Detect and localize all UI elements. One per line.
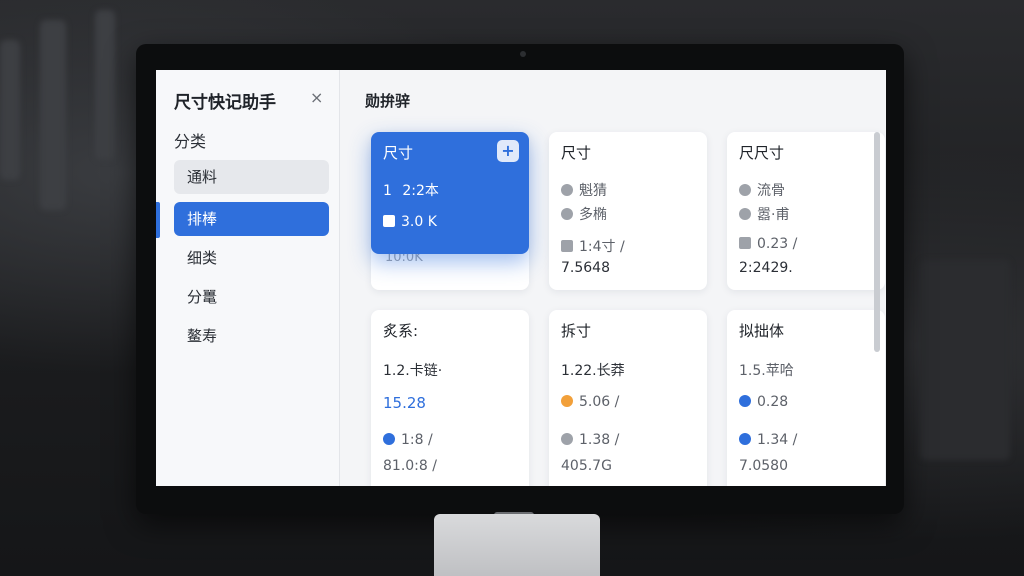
app-title: 尺寸快记助手 — [174, 93, 276, 113]
bullet-icon — [561, 208, 573, 220]
monitor-stand — [434, 514, 600, 576]
card-2-value-1-text: 1:4寸 / — [579, 239, 625, 255]
folder-icon — [561, 240, 573, 252]
card-3-row-2-text: 嚣·甫 — [757, 207, 790, 223]
bullet-icon — [739, 184, 751, 196]
card-2[interactable]: 尺寸 魁猜 多椭 1:4寸 / 7.5648 — [549, 132, 707, 290]
folder-icon — [739, 237, 751, 249]
hex-icon — [383, 433, 395, 445]
card-1[interactable]: 尺寸 + 1 2:2本 3.0 K — [371, 132, 529, 254]
card-5-row-3-text: 1.38 / — [579, 432, 620, 448]
card-2-value-1: 1:4寸 / — [561, 236, 625, 256]
card-3-value-2: 2:2429. — [739, 260, 793, 276]
card-1-row-2-text: 3.0 K — [401, 214, 437, 230]
section-label: 分类 — [174, 132, 207, 151]
card-3-row-1-text: 流骨 — [757, 183, 785, 199]
card-4[interactable]: 炙系: 1.2.卡链· 15.28 1:8 / 81.0:8 / — [371, 310, 529, 486]
card-1-row-1: 1 2:2本 — [383, 180, 439, 200]
card-4-row-1: 1.2.卡链· — [383, 363, 443, 379]
sidebar-item-4[interactable]: 分鼍 — [174, 280, 329, 314]
tool-shape — [0, 40, 20, 180]
scrollbar[interactable] — [874, 132, 880, 352]
card-5[interactable]: 拆寸 1.22.长莽 5.06 / 1.38 / 405.7G — [549, 310, 707, 486]
box-icon — [383, 215, 395, 227]
sidebar: 尺寸快记助手 × 分类 通料 排棒 细类 分鼍 鳌寿 — [156, 70, 340, 486]
card-5-row-2: 5.06 / — [561, 394, 619, 410]
card-4-row-3: 1:8 / — [383, 432, 433, 448]
bullet-icon — [561, 184, 573, 196]
card-2-value-2: 7.5648 — [561, 260, 610, 276]
card-4-title: 炙系: — [383, 322, 419, 340]
card-5-row-4: 405.7G — [561, 458, 612, 474]
screwdriver-shape — [95, 10, 115, 160]
card-5-row-2-text: 5.06 / — [579, 394, 620, 410]
camera-dot — [520, 51, 526, 57]
background-device — [920, 260, 1010, 460]
wrench-shape — [40, 20, 66, 210]
card-6-title: 拟拙体 — [739, 322, 785, 340]
card-4-row-4: 81.0:8 / — [383, 458, 437, 474]
card-3-title: 尺尺寸 — [739, 144, 785, 162]
card-6-row-2: 0.28 — [739, 394, 788, 410]
card-2-row-2: 多椭 — [561, 204, 607, 224]
card-6[interactable]: 拟拙体 1.5.苹哈 0.28 1.34 / 7.0580 — [727, 310, 885, 486]
sidebar-item-2[interactable]: 排棒 — [174, 202, 329, 236]
card-4-row-2: 15.28 — [383, 394, 426, 412]
bullet-icon — [561, 433, 573, 445]
card-1-row-1-text: 2:2本 — [402, 183, 439, 199]
card-6-row-2-text: 0.28 — [757, 394, 789, 410]
card-1-row-1-index: 1 — [383, 183, 392, 199]
card-6-row-3-text: 1.34 / — [757, 432, 798, 448]
card-5-row-3: 1.38 / — [561, 432, 619, 448]
bullet-icon — [739, 208, 751, 220]
page-title: 勋拚骍 — [365, 92, 411, 110]
card-2-row-1-text: 魁猜 — [579, 183, 607, 199]
card-3-value-1-text: 0.23 / — [757, 236, 798, 252]
card-2-row-2-text: 多椭 — [579, 207, 607, 223]
card-1-title: 尺寸 — [383, 144, 414, 162]
shield-icon — [561, 395, 573, 407]
close-icon[interactable]: × — [310, 88, 323, 107]
sidebar-item-3[interactable]: 细类 — [174, 241, 329, 275]
sidebar-item-1[interactable]: 通料 — [174, 160, 329, 194]
hex-icon — [739, 433, 751, 445]
add-icon[interactable]: + — [497, 140, 519, 162]
card-2-title: 尺寸 — [561, 144, 592, 162]
app-window: 尺寸快记助手 × 分类 通料 排棒 细类 分鼍 鳌寿 勋拚骍 10:0K 尺寸 … — [156, 70, 886, 486]
active-indicator — [156, 202, 160, 238]
card-6-row-1: 1.5.苹哈 — [739, 363, 794, 379]
main-panel: 勋拚骍 10:0K 尺寸 + 1 2:2本 3.0 K 尺寸 魁猜 多椭 1:4… — [341, 70, 886, 486]
card-4-row-3-text: 1:8 / — [401, 432, 433, 448]
card-3-row-2: 嚣·甫 — [739, 204, 789, 224]
card-5-title: 拆寸 — [561, 322, 592, 340]
card-3[interactable]: 尺尺寸 流骨 嚣·甫 0.23 / 2:2429. — [727, 132, 885, 290]
card-1-row-2: 3.0 K — [383, 214, 437, 230]
info-icon — [739, 395, 751, 407]
card-6-row-3: 1.34 / — [739, 432, 797, 448]
card-5-row-1: 1.22.长莽 — [561, 363, 625, 379]
card-2-row-1: 魁猜 — [561, 180, 607, 200]
card-3-row-1: 流骨 — [739, 180, 785, 200]
card-3-value-1: 0.23 / — [739, 236, 797, 252]
card-6-row-4: 7.0580 — [739, 458, 788, 474]
sidebar-item-5[interactable]: 鳌寿 — [174, 319, 329, 353]
